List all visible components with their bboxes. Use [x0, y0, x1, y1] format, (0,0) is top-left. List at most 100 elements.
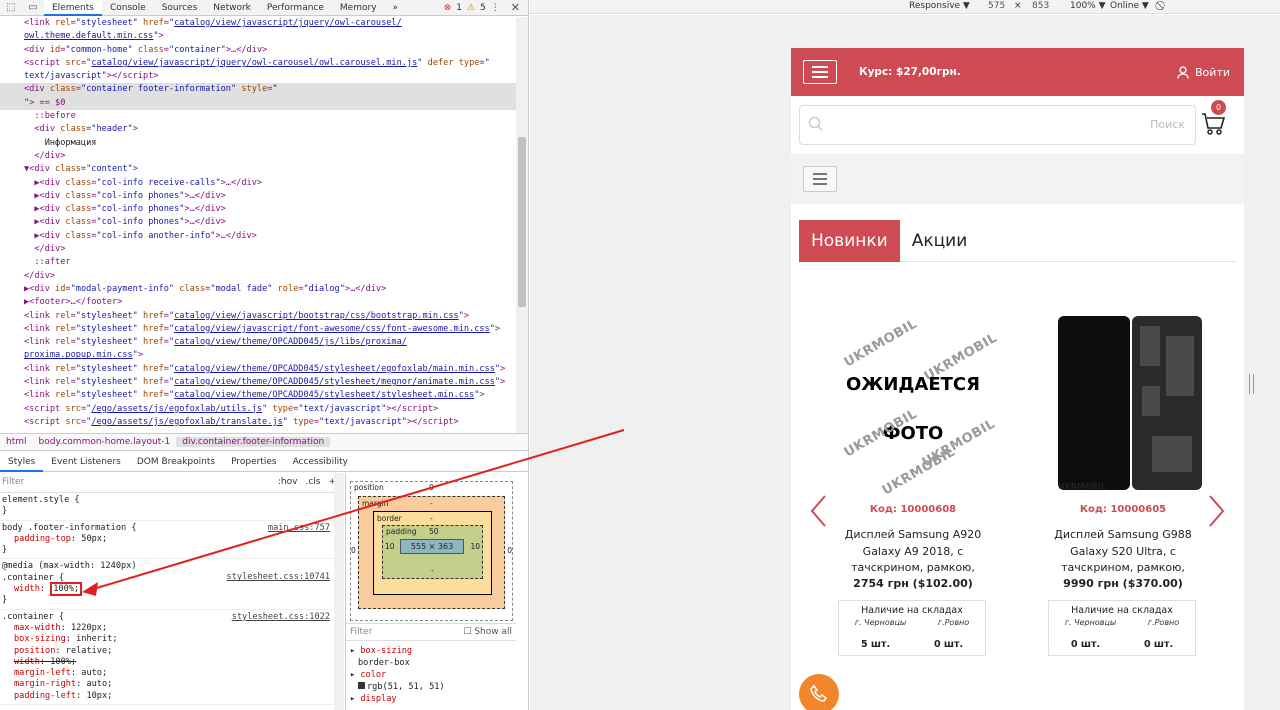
padding-left-value[interactable]: 10	[385, 542, 395, 551]
carousel-prev-icon[interactable]	[809, 494, 829, 528]
styles-filter[interactable]: Filter :hov .cls +	[0, 473, 344, 493]
css-property[interactable]: width: 100%;	[2, 657, 342, 668]
highlighted-prop-value[interactable]: 100%;	[50, 582, 83, 597]
network-throttle-dropdown[interactable]: Online ▼	[1110, 1, 1149, 11]
css-rule[interactable]: .container { stylesheet.css:1022 max-wid…	[0, 610, 344, 706]
dom-node-line[interactable]: ▼<div class="content">	[0, 163, 516, 176]
tab-console[interactable]: Console	[102, 0, 154, 16]
main-menu-button[interactable]	[803, 60, 837, 84]
tab-properties[interactable]: Properties	[223, 452, 284, 472]
login-link[interactable]: Войти	[1177, 66, 1230, 79]
dom-node-line[interactable]: <link rel="stylesheet" href="catalog/vie…	[0, 336, 516, 349]
dom-node-line[interactable]: <div id="common-home" class="container">…	[0, 44, 516, 57]
resize-handle[interactable]	[1249, 374, 1254, 394]
styles-filter-input[interactable]: Filter	[2, 477, 24, 488]
product-image[interactable]: UKRMOBIL UKRMOBIL ОЖИДАЕТСЯ ФОТО UKRMOBI…	[838, 304, 1000, 499]
dom-node-line[interactable]: ▶<div class="col-info receive-calls">…</…	[0, 177, 516, 190]
styles-scrollbar[interactable]	[334, 473, 344, 710]
tab-network[interactable]: Network	[205, 0, 259, 16]
computed-filter-input[interactable]: Filter	[350, 627, 372, 637]
tab-promotions[interactable]: Акции	[900, 220, 980, 262]
hov-toggle[interactable]: :hov	[278, 477, 298, 488]
dom-tree-scrollbar[interactable]	[516, 17, 528, 433]
color-swatch[interactable]	[358, 682, 365, 689]
dom-node-line[interactable]: text/javascript"></script>	[0, 70, 516, 83]
computed-item[interactable]: ▸ display	[350, 693, 445, 705]
dom-node-line[interactable]: ▶<footer>…</footer>	[0, 296, 516, 309]
padding-right-value[interactable]: 10	[470, 542, 480, 551]
dom-node-line[interactable]: ▶<div class="col-info another-info">…</d…	[0, 230, 516, 243]
product-card[interactable]: UKRMOBIL UKRMOBIL ОЖИДАЕТСЯ ФОТО UKRMOBI…	[838, 304, 1000, 656]
prop-value[interactable]: auto;	[86, 679, 112, 689]
rule-source-link[interactable]: stylesheet.css:10741	[227, 572, 330, 583]
show-all-checkbox[interactable]: ☐ Show all	[463, 627, 516, 637]
css-rule[interactable]: body .footer-information { main.css:757 …	[0, 521, 344, 560]
product-name[interactable]: Дисплей Samsung G988 Galaxy S20 Ultra, с…	[1048, 527, 1198, 577]
carousel-next-icon[interactable]	[1206, 494, 1226, 528]
category-menu-button[interactable]	[803, 166, 837, 192]
responsive-dropdown[interactable]: Responsive ▼	[909, 1, 970, 11]
breadcrumb-item[interactable]: html	[0, 437, 33, 447]
css-property[interactable]: padding-left: 10px;	[2, 691, 342, 702]
prop-value[interactable]: inherit;	[76, 634, 117, 644]
tab-sources[interactable]: Sources	[154, 0, 206, 16]
search-icon[interactable]	[808, 116, 824, 132]
breadcrumb-item-selected[interactable]: div.container.footer-information	[176, 437, 331, 447]
dom-node-line[interactable]: </div>	[0, 150, 516, 163]
dom-node-line[interactable]: owl.theme.default.min.css">	[0, 30, 516, 43]
dom-node-line[interactable]: ▶<div class="col-info phones">…</div>	[0, 216, 516, 229]
dom-node-line[interactable]: proxima.popup.min.css">	[0, 349, 516, 362]
dom-node-line[interactable]: <script src="/ego/assets/js/egofoxlab/tr…	[0, 416, 516, 429]
css-property[interactable]: padding-top: 50px;	[2, 534, 342, 545]
dom-node-line[interactable]: ::before	[0, 110, 516, 123]
padding-top-value[interactable]: 50	[429, 527, 439, 536]
inspect-element-icon[interactable]: ⬚	[0, 0, 22, 16]
dom-node-line[interactable]: ▶<div class="col-info phones">…</div>	[0, 203, 516, 216]
tab-event-listeners[interactable]: Event Listeners	[43, 452, 129, 472]
css-rule-media[interactable]: @media (max-width: 1240px) .container { …	[0, 559, 344, 610]
dom-node-line[interactable]: <link rel="stylesheet" href="catalog/vie…	[0, 376, 516, 389]
dom-node-line[interactable]: <script src="catalog/view/javascript/jqu…	[0, 57, 516, 70]
dom-node-line[interactable]: ▶<div class="col-info phones">…</div>	[0, 190, 516, 203]
more-tabs-button[interactable]: »	[385, 0, 407, 16]
cls-toggle[interactable]: .cls	[305, 477, 320, 488]
prop-value[interactable]: relative;	[66, 646, 113, 656]
settings-kebab-icon[interactable]: ⋮	[491, 3, 500, 13]
tab-styles[interactable]: Styles	[0, 452, 44, 472]
tab-dom-breakpoints[interactable]: DOM Breakpoints	[129, 452, 223, 472]
css-property[interactable]: box-sizing: inherit;	[2, 634, 342, 645]
tab-new-products[interactable]: Новинки	[799, 220, 900, 262]
issue-counts[interactable]: ⊗ 1 ⚠ 5 ⋮ ✕	[444, 1, 528, 14]
rule-source-link[interactable]: main.css:757	[268, 523, 330, 534]
product-card[interactable]: UKRMOBIL Код: 10000605 Дисплей Samsung G…	[1048, 304, 1202, 656]
search-input[interactable]: Поиск	[799, 105, 1196, 145]
dom-tree[interactable]: <link rel="stylesheet" href="catalog/vie…	[0, 17, 516, 433]
dom-node-line[interactable]: <script src="/ego/assets/js/egofoxlab/ut…	[0, 403, 516, 416]
dom-node-line[interactable]: "> == $0	[0, 96, 516, 111]
breadcrumb-item[interactable]: body.common-home.layout-1	[33, 437, 177, 447]
dom-node-line[interactable]: ::after	[0, 256, 516, 269]
dom-node-line[interactable]: <link rel="stylesheet" href="catalog/vie…	[0, 310, 516, 323]
prop-value[interactable]: 100%;	[50, 657, 76, 667]
dom-node-line[interactable]: </div>	[0, 243, 516, 256]
rule-source-link[interactable]: stylesheet.css:1022	[232, 612, 330, 623]
prop-value[interactable]: 50px;	[81, 534, 107, 544]
device-toggle-icon[interactable]: ▭	[22, 0, 44, 16]
dom-node-line[interactable]: <link rel="stylesheet" href="catalog/vie…	[0, 323, 516, 336]
computed-filter[interactable]: Filter ☐ Show all	[346, 623, 516, 641]
scrollbar-thumb[interactable]	[518, 137, 526, 307]
zoom-dropdown[interactable]: 100% ▼	[1070, 1, 1106, 11]
prop-value[interactable]: 1220px;	[71, 623, 107, 633]
dom-node-line[interactable]: ▶<div id="modal-payment-info" class="mod…	[0, 283, 516, 296]
computed-item[interactable]: ▸ box-sizing	[350, 645, 445, 657]
css-property[interactable]: margin-left: auto;	[2, 668, 342, 679]
product-image[interactable]: UKRMOBIL	[1048, 304, 1202, 491]
css-rule-element-style[interactable]: element.style { }	[0, 493, 344, 521]
css-property[interactable]: position: relative;	[2, 646, 342, 657]
dom-node-line[interactable]: <link rel="stylesheet" href="catalog/vie…	[0, 389, 516, 402]
css-property[interactable]: margin-right: auto;	[2, 679, 342, 690]
tab-performance[interactable]: Performance	[259, 0, 332, 16]
close-icon[interactable]: ✕	[505, 1, 520, 14]
tab-memory[interactable]: Memory	[332, 0, 385, 16]
width-input[interactable]: 575	[988, 1, 1005, 11]
